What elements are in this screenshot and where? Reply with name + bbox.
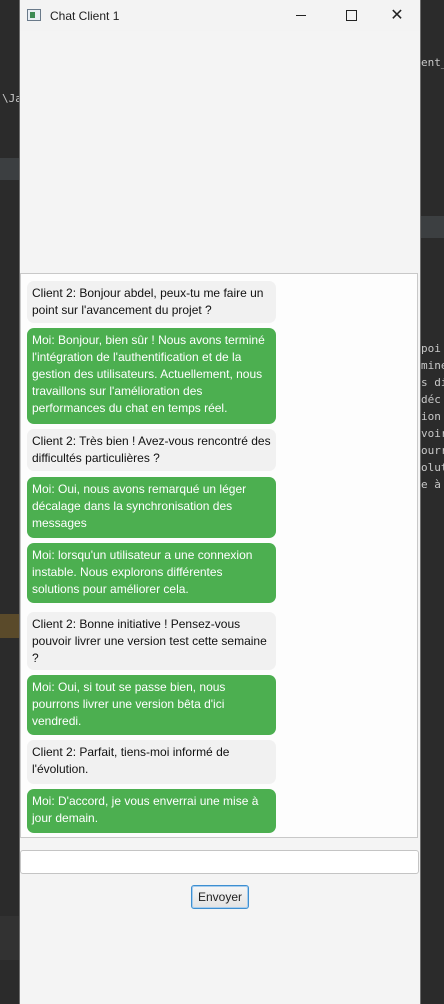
close-icon: ✕ [390,6,404,24]
chat-window: Chat Client 1 ✕ Client 2: Bonjour abdel,… [20,0,420,1004]
message-bubble-client: Client 2: Bonne initiative ! Pensez-vous… [27,612,276,670]
background-code-text: mine [421,359,444,372]
message-bubble-me: Moi: lorsqu'un utilisateur a une connexi… [27,543,276,603]
send-button[interactable]: Envoyer [191,885,249,909]
background-code-text: poi [421,342,441,355]
app-icon [27,9,41,21]
message-bubble-me: Moi: Oui, nous avons remarqué un léger d… [27,477,276,538]
background-ide-left [0,0,20,1004]
message-bubble-me: Moi: Bonjour, bien sûr ! Nous avons term… [27,328,276,424]
background-code-text: déc [421,393,441,406]
window-title: Chat Client 1 [50,9,120,23]
message-input[interactable] [20,850,419,874]
top-empty-area [20,31,420,273]
bg-panel-strip [0,916,20,960]
message-bubble-me: Moi: Oui, si tout se passe bien, nous po… [27,675,276,735]
minimize-icon [296,15,306,16]
background-code-text: \Ja [2,92,22,105]
message-bubble-client: Client 2: Très bien ! Avez-vous rencontr… [27,429,276,471]
title-bar[interactable]: Chat Client 1 ✕ [20,0,420,31]
background-code-text: e à [421,478,441,491]
background-code-text: olut [421,461,444,474]
message-bubble-client: Client 2: Bonjour abdel, peux-tu me fair… [27,281,276,323]
background-ide-right [420,0,444,1004]
background-code-text: ion [421,410,441,423]
background-code-text: voir [421,427,444,440]
background-code-text: s di [421,376,444,389]
close-button[interactable]: ✕ [374,0,420,31]
message-bubble-client: Client 2: Parfait, tiens-moi informé de … [27,740,276,784]
bg-highlight-strip [0,614,20,638]
minimize-button[interactable] [278,0,324,31]
maximize-button[interactable] [328,0,374,31]
background-code-text: ent_ [421,56,444,69]
maximize-icon [345,10,357,21]
bg-strip [0,158,20,180]
message-bubble-me: Moi: D'accord, je vous enverrai une mise… [27,789,276,833]
chat-messages-area[interactable]: Client 2: Bonjour abdel, peux-tu me fair… [20,273,418,838]
background-code-text: ourr [421,444,444,457]
bg-tab-strip [420,216,444,238]
